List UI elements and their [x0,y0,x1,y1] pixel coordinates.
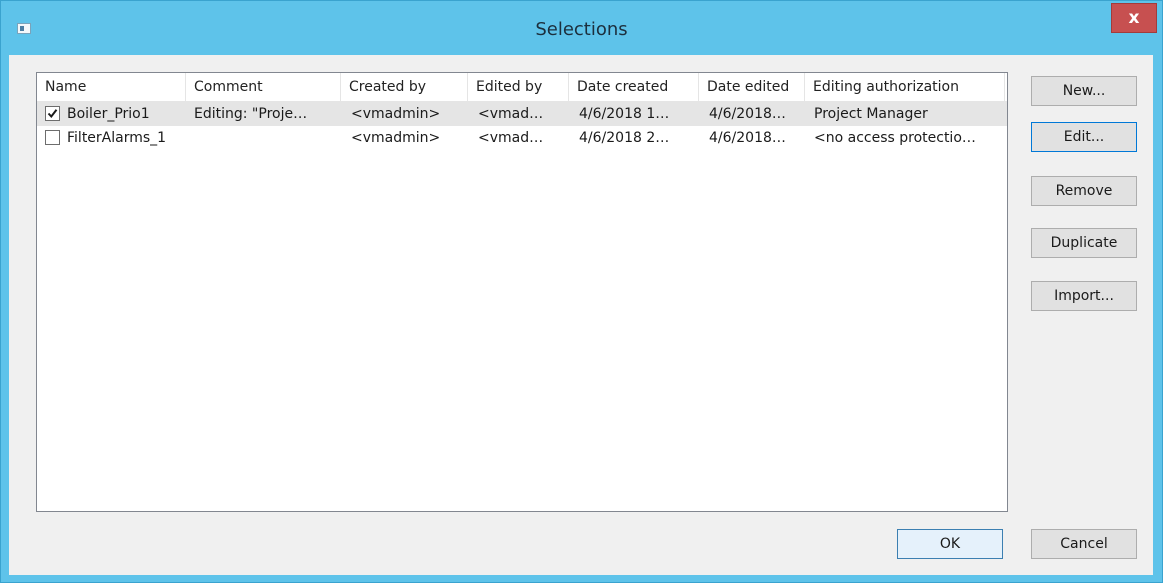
cell-edited-by: <vmad… [478,106,544,122]
row-checkbox[interactable] [45,106,60,121]
selections-dialog: Selections x Name Comment Created by Edi… [0,0,1163,583]
column-header-name[interactable]: Name [37,73,186,101]
cell-edited-by: <vmad… [478,130,544,146]
import-button[interactable]: Import... [1031,281,1137,311]
column-header-created-by[interactable]: Created by [341,73,468,101]
edit-button[interactable]: Edit... [1031,122,1137,152]
cell-date-created: 4/6/2018 1… [579,106,670,122]
list-row[interactable]: Boiler_Prio1 Editing: "Proje… <vmadmin> … [37,102,1007,126]
title-bar[interactable]: Selections x [1,1,1162,55]
checkmark-icon [47,109,58,119]
list-row[interactable]: FilterAlarms_1 <vmadmin> <vmad… 4/6/2018… [37,126,1007,150]
cell-comment [186,126,341,150]
cancel-button[interactable]: Cancel [1031,529,1137,559]
duplicate-button[interactable]: Duplicate [1031,228,1137,258]
ok-button[interactable]: OK [897,529,1003,559]
cell-date-edited: 4/6/2018… [709,106,786,122]
remove-button[interactable]: Remove [1031,176,1137,206]
cell-created-by: <vmadmin> [351,130,441,146]
selections-list[interactable]: Name Comment Created by Edited by Date c… [36,72,1008,512]
close-icon[interactable]: x [1111,3,1157,33]
row-checkbox[interactable] [45,130,60,145]
list-header: Name Comment Created by Edited by Date c… [37,73,1007,102]
new-button[interactable]: New... [1031,76,1137,106]
cell-name: FilterAlarms_1 [67,130,167,146]
dialog-client-area: Name Comment Created by Edited by Date c… [9,55,1153,575]
column-header-comment[interactable]: Comment [186,73,341,101]
cell-editing-authorization: <no access protectio… [814,130,976,146]
column-header-editing-authorization[interactable]: Editing authorization [805,73,1005,101]
cell-editing-authorization: Project Manager [814,106,928,122]
cell-created-by: <vmadmin> [351,106,441,122]
cell-date-created: 4/6/2018 2… [579,130,670,146]
column-header-edited-by[interactable]: Edited by [468,73,569,101]
column-header-date-edited[interactable]: Date edited [699,73,805,101]
cell-name: Boiler_Prio1 [67,106,150,122]
column-header-date-created[interactable]: Date created [569,73,699,101]
cell-comment: Editing: "Proje… [194,106,308,122]
dialog-title: Selections [535,19,628,40]
cell-date-edited: 4/6/2018… [709,130,786,146]
